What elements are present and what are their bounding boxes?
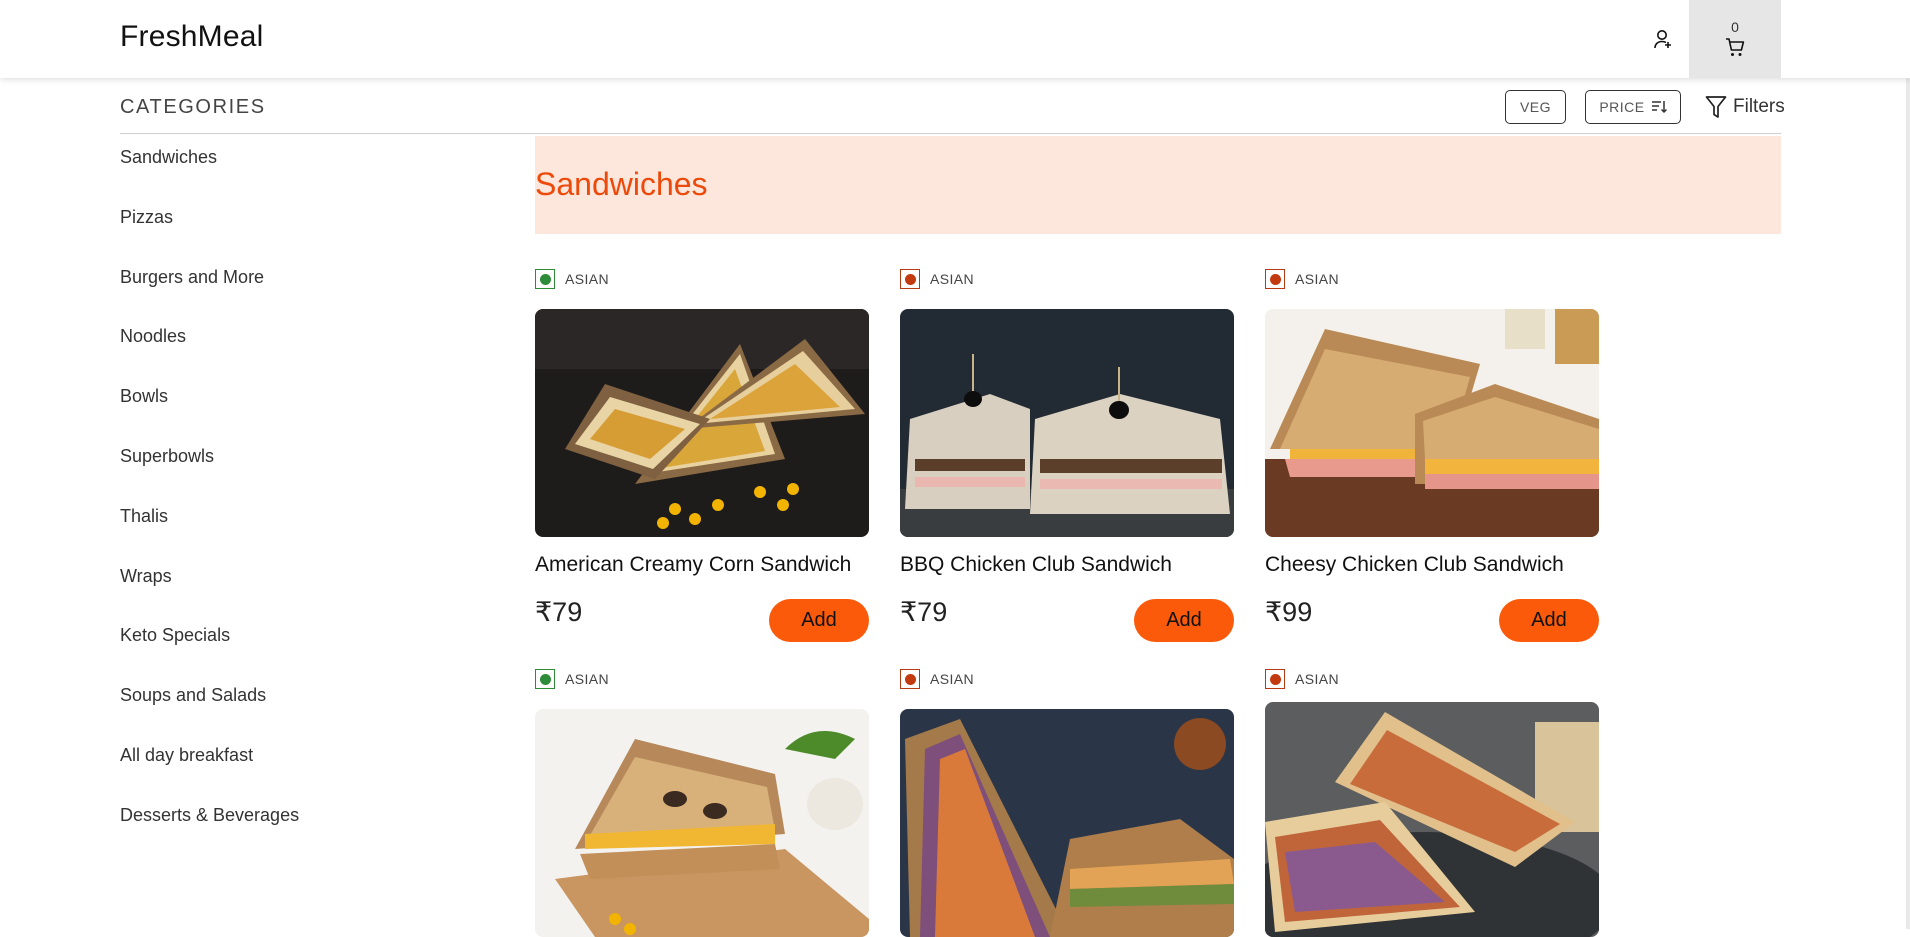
sort-icon — [1651, 101, 1667, 114]
section-title: Sandwiches — [535, 166, 708, 202]
product-name: American Creamy Corn Sandwich — [535, 553, 852, 576]
categories-heading: CATEGORIES — [120, 96, 266, 118]
product-tag-row: ASIAN — [535, 269, 609, 289]
non-veg-indicator-icon — [1265, 269, 1285, 289]
add-to-cart-button[interactable]: Add — [1134, 599, 1234, 642]
cuisine-tag: ASIAN — [565, 271, 610, 287]
add-to-cart-button[interactable]: Add — [769, 599, 869, 642]
product-price: ₹79 — [535, 597, 583, 627]
cuisine-tag: ASIAN — [930, 671, 975, 687]
product-tag-row: ASIAN — [1265, 269, 1339, 289]
product-tag-row: ASIAN — [1265, 669, 1339, 689]
veg-filter-label: VEG — [1519, 99, 1552, 115]
filters-button[interactable]: Filters — [1705, 92, 1785, 122]
category-toolbar: CATEGORIES VEG PRICE Filters — [120, 78, 1785, 134]
sidebar-item-noodles[interactable]: Noodles — [120, 321, 420, 381]
veg-indicator-icon — [535, 269, 555, 289]
price-sort-label: PRICE — [1599, 99, 1645, 115]
sidebar-item-sandwiches[interactable]: Sandwiches — [120, 142, 420, 202]
product-image[interactable] — [900, 709, 1234, 937]
cart-count-badge: 0 — [1731, 19, 1739, 35]
non-veg-indicator-icon — [1265, 669, 1285, 689]
sidebar-item-burgers[interactable]: Burgers and More — [120, 262, 420, 322]
page-scrollbar[interactable] — [1906, 0, 1910, 929]
user-account-icon[interactable] — [1648, 24, 1678, 54]
veg-filter-button[interactable]: VEG — [1505, 90, 1566, 124]
sidebar-item-superbowls[interactable]: Superbowls — [120, 441, 420, 501]
top-header: FreshMeal 0 — [0, 0, 1910, 78]
sidebar-item-wraps[interactable]: Wraps — [120, 561, 420, 621]
filters-label: Filters — [1733, 96, 1785, 117]
cart-icon — [1726, 38, 1745, 56]
sidebar-item-soups-salads[interactable]: Soups and Salads — [120, 680, 420, 740]
product-image[interactable] — [1265, 702, 1599, 937]
product-image[interactable] — [535, 709, 869, 937]
category-sidebar: Sandwiches Pizzas Burgers and More Noodl… — [120, 142, 420, 860]
brand-logo[interactable]: FreshMeal — [120, 20, 264, 54]
sidebar-item-thalis[interactable]: Thalis — [120, 501, 420, 561]
product-image[interactable] — [900, 309, 1234, 537]
cart-button[interactable]: 0 — [1689, 0, 1781, 78]
product-name: Cheesy Chicken Club Sandwich — [1265, 553, 1564, 576]
sidebar-item-bowls[interactable]: Bowls — [120, 381, 420, 441]
section-banner: Sandwiches — [535, 136, 1781, 234]
funnel-icon — [1705, 96, 1727, 118]
product-price: ₹79 — [900, 597, 948, 627]
sidebar-item-all-day-breakfast[interactable]: All day breakfast — [120, 740, 420, 800]
product-tag-row: ASIAN — [900, 669, 974, 689]
product-price: ₹99 — [1265, 597, 1313, 627]
product-tag-row: ASIAN — [535, 669, 609, 689]
sidebar-item-pizzas[interactable]: Pizzas — [120, 202, 420, 262]
product-tag-row: ASIAN — [900, 269, 974, 289]
veg-indicator-icon — [535, 669, 555, 689]
add-to-cart-button[interactable]: Add — [1499, 599, 1599, 642]
product-image[interactable] — [1265, 309, 1599, 537]
product-name: BBQ Chicken Club Sandwich — [900, 553, 1172, 576]
sidebar-item-desserts-beverages[interactable]: Desserts & Beverages — [120, 800, 420, 860]
cuisine-tag: ASIAN — [565, 671, 610, 687]
price-sort-button[interactable]: PRICE — [1585, 90, 1681, 124]
cuisine-tag: ASIAN — [1295, 671, 1340, 687]
non-veg-indicator-icon — [900, 269, 920, 289]
product-image[interactable] — [535, 309, 869, 537]
cuisine-tag: ASIAN — [930, 271, 975, 287]
sidebar-item-keto-specials[interactable]: Keto Specials — [120, 620, 420, 680]
non-veg-indicator-icon — [900, 669, 920, 689]
cuisine-tag: ASIAN — [1295, 271, 1340, 287]
